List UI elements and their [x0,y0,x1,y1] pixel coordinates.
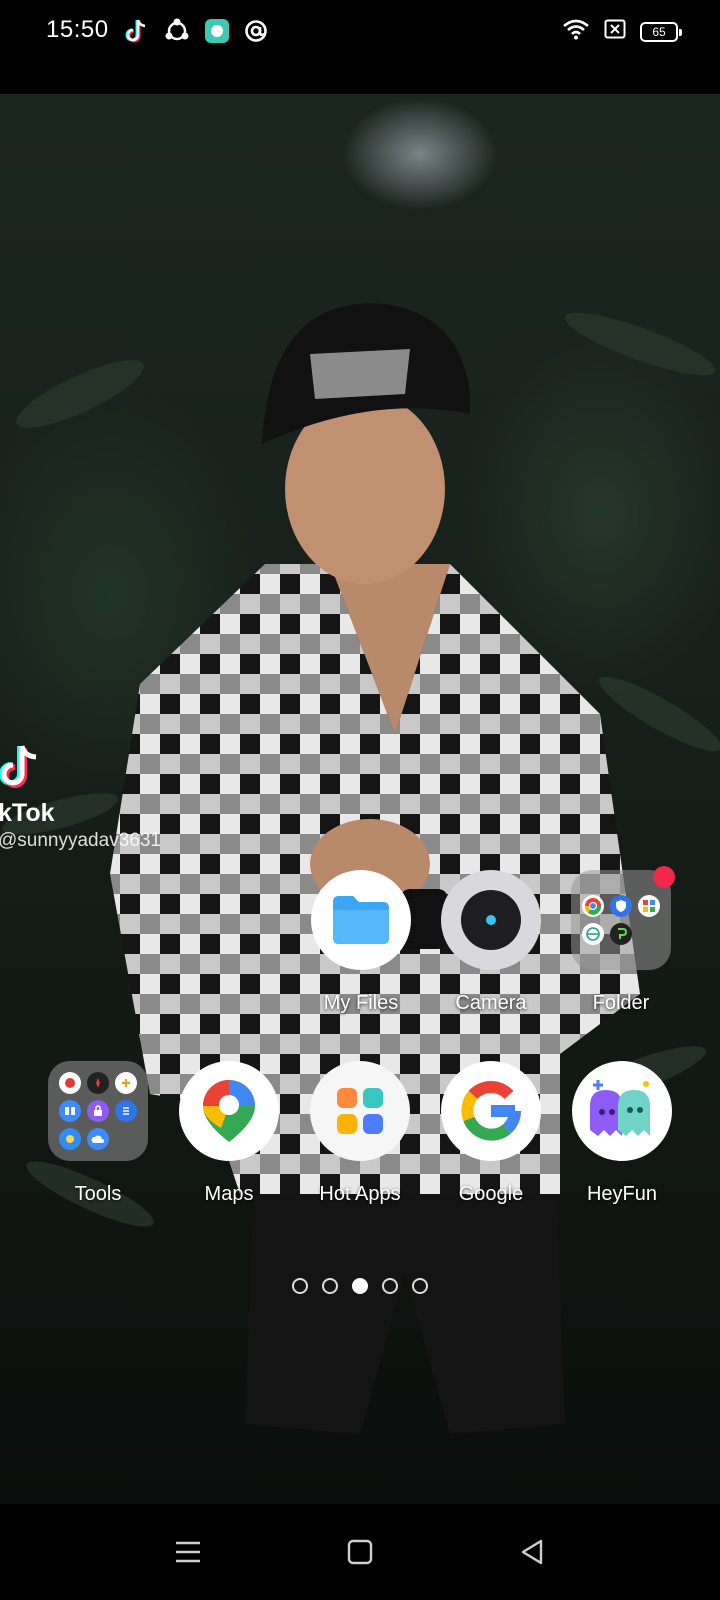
home-button[interactable] [340,1532,380,1572]
app-my-files[interactable]: My Files [301,870,421,1015]
page-indicator[interactable] [0,1278,720,1294]
sim-off-icon [604,19,626,44]
tiktok-widget[interactable]: kTok @sunnyyadav3631 [0,740,161,852]
hot-apps-tile-1 [337,1088,357,1108]
wifi-icon [562,18,590,45]
app-camera[interactable]: Camera [431,870,551,1015]
app-label: HeyFun [586,1183,658,1205]
compass-mini-icon [87,1072,109,1094]
at-sign-icon [244,18,270,44]
notification-badge [653,866,675,888]
home-icon [347,1539,373,1565]
navigation-bar [0,1504,720,1600]
lock-mini-icon [87,1100,109,1122]
tools-folder-icon [48,1061,148,1161]
app-label: Folder [592,992,650,1014]
google-icon [441,1061,541,1161]
notification-icons [124,18,270,44]
back-icon [521,1539,543,1565]
app-label: Maps [204,1183,254,1205]
back-button[interactable] [512,1532,552,1572]
app-maps[interactable]: Maps [169,1061,289,1206]
page-dot-3-active[interactable] [352,1278,368,1294]
app-label: Camera [455,992,527,1014]
app-hot-apps[interactable]: Hot Apps [300,1061,420,1206]
tiktok-icon [124,18,150,44]
list-mini-icon [115,1100,137,1122]
tiktok-app-name: kTok [0,799,55,827]
menu-icon [176,1541,200,1563]
status-bar: 15:50 65 [0,0,720,64]
page-dot-2[interactable] [322,1278,338,1294]
hot-apps-tile-3 [337,1114,357,1134]
share-icon [164,18,190,44]
app-label: Google [458,1183,524,1205]
phone-clone-mini-icon [59,1100,81,1122]
tiktok-logo-icon [0,745,37,788]
grid-mini-icon [638,895,660,917]
app-label: My Files [323,992,399,1014]
recorder-mini-icon [59,1072,81,1094]
security-mini-icon [610,895,632,917]
hot-apps-icon [310,1061,410,1161]
network-mini-icon [582,923,604,945]
calculator-mini-icon [115,1072,137,1094]
hot-apps-tile-2 [363,1088,383,1108]
folder-icon [571,866,675,970]
app-heyfun[interactable]: HeyFun [562,1061,682,1206]
camera-icon [441,870,541,970]
app-folder[interactable]: Folder [561,866,681,1015]
cloud-mini-icon [87,1128,109,1150]
heyfun-icon [572,1061,672,1161]
page-dot-1[interactable] [292,1278,308,1294]
status-time: 15:50 [46,16,109,43]
weather-mini-icon [59,1128,81,1150]
menu-button[interactable] [168,1532,208,1572]
app-label: Hot Apps [319,1183,401,1205]
app-label: Tools [74,1183,122,1205]
page-dot-5[interactable] [412,1278,428,1294]
chrome-mini-icon [582,895,604,917]
battery-icon: 65 [640,21,682,42]
system-icons: 65 [562,18,682,45]
page-dot-4[interactable] [382,1278,398,1294]
chat-app-icon [204,18,230,44]
tiktok-username: @sunnyyadav3631 [0,830,161,851]
payment-mini-icon [610,923,632,945]
app-tools[interactable]: Tools [38,1061,158,1206]
hot-apps-tile-4 [363,1114,383,1134]
battery-level: 65 [652,24,666,39]
app-google[interactable]: Google [431,1061,551,1206]
maps-icon [179,1061,279,1161]
my-files-icon [311,870,411,970]
